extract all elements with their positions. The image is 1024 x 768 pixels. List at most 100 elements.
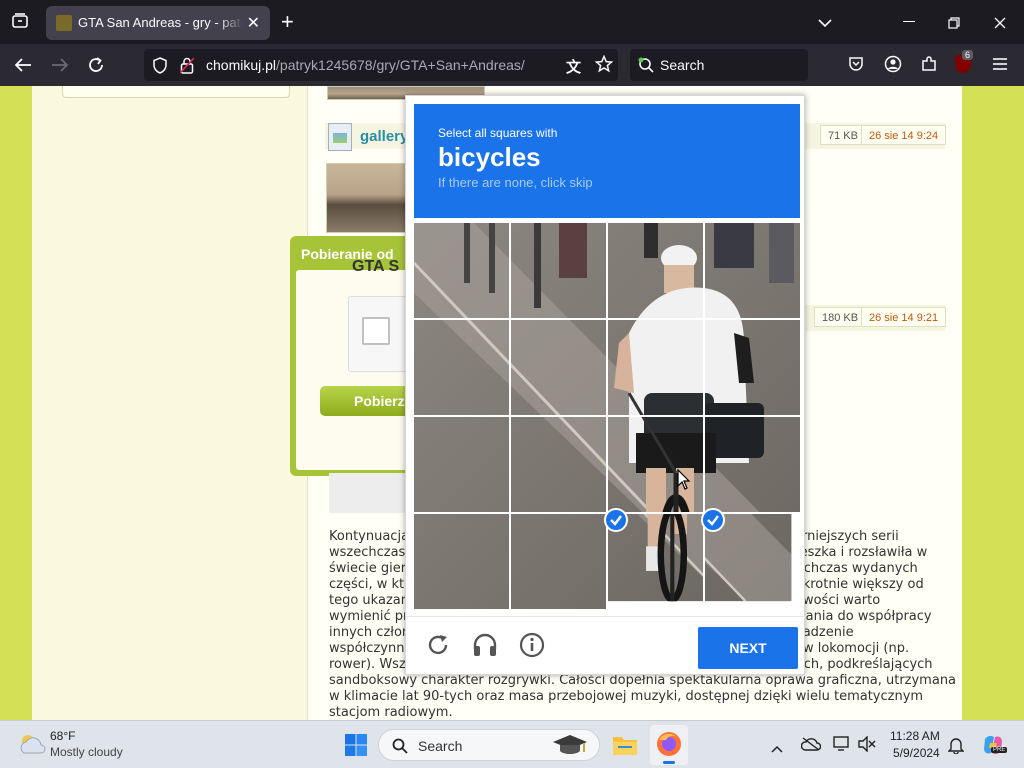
- captcha-tile-11[interactable]: [608, 417, 703, 512]
- captcha-tile-10[interactable]: [511, 417, 606, 512]
- challenge-hint: If there are none, click skip: [438, 175, 593, 190]
- desc-left-1: Kontynuacja: [329, 529, 410, 544]
- translate-icon[interactable]: 文: [566, 56, 581, 77]
- url-path: /patryk1245678/gry/GTA+San+Andreas/: [276, 57, 525, 73]
- forward-icon[interactable]: [51, 57, 69, 78]
- desc-right-6: wania do współpracy: [795, 609, 932, 624]
- browser-tab[interactable]: GTA San Andreas - gry - patryk1245678 ✕: [46, 6, 270, 40]
- file-explorer-icon[interactable]: [612, 733, 638, 762]
- new-tab-button[interactable]: +: [281, 11, 294, 33]
- back-icon[interactable]: [14, 57, 32, 78]
- active-indicator: [663, 761, 675, 764]
- captcha-tile-6[interactable]: [511, 320, 606, 415]
- restore-icon[interactable]: [948, 16, 960, 34]
- captcha-tile-8[interactable]: [705, 320, 800, 415]
- graduation-cap-icon: [551, 732, 589, 763]
- onedrive-icon[interactable]: [800, 737, 822, 756]
- extension-badge: 6: [962, 50, 974, 60]
- captcha-tile-7[interactable]: [608, 320, 703, 415]
- captcha-tile-2[interactable]: [511, 223, 606, 318]
- captcha-tile-5[interactable]: [414, 320, 509, 415]
- next-button[interactable]: NEXT: [698, 627, 798, 669]
- account-icon[interactable]: [884, 55, 902, 78]
- image-grid: [414, 223, 800, 610]
- start-windows-icon[interactable]: [344, 733, 368, 762]
- selected-checkmark-icon: [604, 508, 628, 532]
- desc-left-4: części, w kt: [329, 577, 405, 592]
- pocket-icon[interactable]: [848, 56, 864, 77]
- clock-time[interactable]: 11:28 AM: [890, 729, 940, 743]
- info-icon[interactable]: [519, 632, 545, 663]
- download-panel: Pobieranie od GTA S Pobierz: [290, 236, 418, 476]
- weather-cloud-icon[interactable]: [16, 732, 46, 761]
- windows-taskbar: 68°F Mostly cloudy Search 11:28 AM 5/9/2…: [0, 720, 1024, 768]
- network-icon[interactable]: [833, 736, 851, 757]
- menu-icon[interactable]: [992, 57, 1008, 76]
- desc-right-8: ów lokomocji (np.: [795, 641, 910, 656]
- pre-badge: PRE: [991, 747, 1008, 753]
- download-button[interactable]: Pobierz: [320, 386, 416, 416]
- tracking-shield-icon[interactable]: [152, 57, 168, 79]
- address-bar[interactable]: chomikuj.pl/patryk1245678/gry/GTA+San+An…: [144, 49, 618, 81]
- desc-left-8: współczynni: [329, 641, 409, 656]
- captcha-tile-3[interactable]: [608, 223, 703, 318]
- selected-checkmark-icon: [701, 508, 725, 532]
- captcha-tile-13[interactable]: [414, 514, 509, 609]
- captcha-tile-4[interactable]: [705, 223, 800, 318]
- recaptcha-checkbox-widget[interactable]: [348, 296, 408, 372]
- refresh-icon[interactable]: [426, 633, 450, 662]
- captcha-tile-14[interactable]: [511, 514, 606, 609]
- file-size-badge: 71 KB: [820, 125, 866, 145]
- tab-bar: GTA San Andreas - gry - patryk1245678 ✕ …: [0, 0, 1024, 44]
- bookmark-star-icon[interactable]: [594, 54, 614, 78]
- tab-title: GTA San Andreas - gry - patryk1245678: [78, 15, 243, 30]
- clock-date[interactable]: 5/9/2024: [893, 746, 940, 760]
- challenge-footer: NEXT: [406, 616, 806, 676]
- download-file-title: GTA S: [352, 258, 400, 275]
- close-window-icon[interactable]: [994, 16, 1006, 34]
- insecure-lock-icon[interactable]: [179, 57, 195, 79]
- show-hidden-icons-chevron[interactable]: [771, 740, 783, 758]
- captcha-tile-12[interactable]: [705, 417, 800, 512]
- desc-left-5: tego ukazan: [329, 593, 409, 608]
- minimize-icon[interactable]: [903, 21, 915, 22]
- gallery-thumbnail[interactable]: [326, 163, 406, 233]
- search-bar[interactable]: Search: [630, 49, 808, 81]
- copilot-icon[interactable]: PRE: [981, 733, 1008, 762]
- desc-left-3: świecie gier: [329, 561, 407, 576]
- extensions-icon[interactable]: [920, 55, 938, 78]
- navigation-bar: chomikuj.pl/patryk1245678/gry/GTA+San+An…: [0, 44, 1024, 86]
- challenge-instruction: Select all squares with: [438, 126, 558, 140]
- desc-right-9: ych, podkreślających: [796, 657, 933, 672]
- recaptcha-checkbox[interactable]: [362, 317, 390, 345]
- url-text[interactable]: chomikuj.pl/patryk1245678/gry/GTA+San+An…: [206, 57, 525, 73]
- tab-overview-icon[interactable]: [11, 12, 29, 33]
- tab-close-icon[interactable]: ✕: [247, 13, 260, 33]
- desc-left-6: wymienić pr: [329, 609, 409, 624]
- desc-left-2: wszechczaso: [329, 545, 414, 560]
- challenge-target: bicycles: [438, 142, 541, 172]
- taskbar-search-label: Search: [418, 738, 463, 754]
- tab-list-chevron-icon[interactable]: [818, 15, 832, 33]
- weather-temp[interactable]: 68°F: [50, 729, 75, 743]
- taskbar-search-icon: [392, 738, 408, 759]
- file-date-badge: 26 sie 14 9:24: [861, 125, 947, 145]
- gta-favicon-icon: [56, 15, 72, 31]
- search-engine-icon: [638, 57, 654, 78]
- captcha-tile-9[interactable]: [414, 417, 509, 512]
- challenge-header: Select all squares with bicycles If ther…: [414, 104, 800, 218]
- captcha-tile-1[interactable]: [414, 223, 509, 318]
- sidebar-box: [62, 86, 290, 98]
- url-domain: chomikuj.pl: [206, 57, 277, 73]
- recaptcha-challenge: Select all squares with bicycles If ther…: [405, 95, 806, 676]
- headphones-icon[interactable]: [472, 633, 498, 662]
- firefox-taskbar-button[interactable]: [650, 725, 688, 765]
- taskbar-search[interactable]: Search: [378, 729, 600, 761]
- gallery-link[interactable]: gallery: [360, 128, 408, 145]
- volume-muted-icon[interactable]: [858, 735, 876, 757]
- reload-icon[interactable]: [87, 56, 105, 79]
- notification-bell-icon[interactable]: [947, 736, 965, 759]
- weather-description[interactable]: Mostly cloudy: [50, 745, 123, 759]
- mouse-cursor-icon: [677, 468, 691, 496]
- desc-line-12: stacjom radiowym.: [329, 705, 453, 720]
